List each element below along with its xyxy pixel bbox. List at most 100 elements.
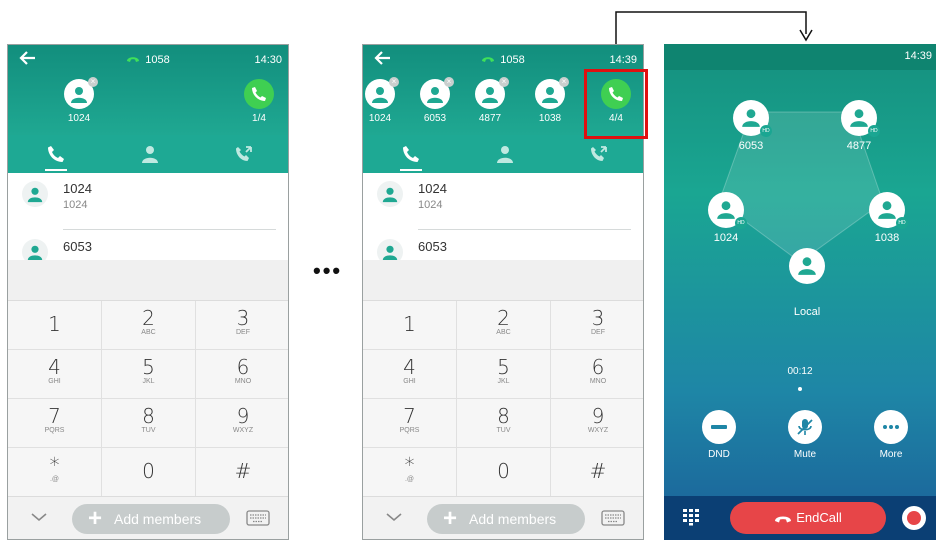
member-1024[interactable]: HD 1024 — [701, 192, 751, 244]
tab-contacts[interactable] — [457, 135, 551, 173]
key-digit: 7 — [48, 404, 61, 428]
call-counter-button[interactable]: 1/4 — [234, 79, 284, 124]
add-members-label: Add members — [114, 511, 202, 527]
key-digit: 9 — [236, 404, 250, 428]
key-8[interactable]: 8 TUV — [457, 399, 551, 448]
person-icon — [878, 201, 896, 219]
key-star[interactable]: * .@ — [363, 448, 457, 497]
dnd-icon — [711, 425, 727, 429]
key-9[interactable]: 9 WXYZ — [196, 399, 288, 448]
list-item[interactable]: 1024 1024 — [8, 173, 288, 217]
remove-badge-icon[interactable]: × — [559, 77, 569, 87]
person-icon — [717, 201, 735, 219]
key-digit: 8 — [142, 404, 155, 428]
key-5[interactable]: 5 JKL — [457, 350, 551, 399]
handset-icon — [482, 57, 495, 62]
control-label: DND — [708, 449, 730, 460]
dial-keypad: 1 2 ABC 3 DEF 4 GHI 5 JKL 6 MNO 7 PQRS 8 TUV 9W… — [363, 300, 643, 497]
remove-badge-icon[interactable]: × — [88, 77, 98, 87]
call-timer: 00:12 — [787, 366, 813, 377]
member-1038[interactable]: HD 1038 — [862, 192, 912, 244]
chevron-down-icon[interactable] — [385, 511, 403, 523]
key-7[interactable]: 7 PQRS — [363, 399, 457, 448]
key-2[interactable]: 2 ABC — [457, 301, 551, 350]
tab-contacts[interactable] — [102, 135, 196, 173]
key-3[interactable]: 3 DEF — [196, 301, 288, 350]
participant-1024[interactable]: × 1024 — [54, 77, 104, 124]
highlight-box — [584, 69, 648, 139]
member-6053[interactable]: HD 6053 — [726, 100, 776, 152]
person-icon — [482, 87, 498, 103]
list-item[interactable]: 1024 1024 — [363, 173, 643, 217]
key-0[interactable]: 0 — [457, 448, 551, 497]
phone-icon — [403, 146, 419, 162]
record-button[interactable] — [902, 506, 926, 530]
control-label: More — [879, 449, 903, 460]
contact-name: 1024 — [63, 181, 92, 196]
key-0[interactable]: 0 — [102, 448, 196, 497]
participant-6053[interactable]: × 6053 — [410, 77, 460, 124]
key-digit: 1 — [48, 312, 61, 336]
key-4[interactable]: 4 GHI — [8, 350, 102, 399]
keyboard-icon[interactable] — [246, 509, 270, 527]
remove-badge-icon[interactable]: × — [499, 77, 509, 87]
key-5[interactable]: 5 JKL — [102, 350, 196, 399]
more-button[interactable]: More — [866, 410, 916, 460]
person-icon — [27, 187, 43, 203]
key-4[interactable]: 4 GHI — [363, 350, 457, 399]
key-1[interactable]: 1 — [363, 301, 457, 350]
member-name: 4877 — [846, 140, 872, 152]
hd-badge: HD — [896, 217, 908, 229]
key-star[interactable]: * .@ — [8, 448, 102, 497]
remove-badge-icon[interactable]: × — [389, 77, 399, 87]
dnd-button[interactable]: DND — [694, 410, 744, 460]
key-digit: * — [404, 453, 415, 477]
key-3[interactable]: 3 DEF — [551, 301, 643, 350]
tab-history[interactable] — [196, 135, 288, 173]
person-icon — [850, 109, 868, 127]
key-2[interactable]: 2 ABC — [102, 301, 196, 350]
call-action-bar: EndCall — [664, 496, 936, 540]
call-history-icon — [236, 146, 252, 161]
add-members-button[interactable]: + Add members — [72, 504, 230, 534]
participant-1024[interactable]: × 1024 — [363, 77, 405, 124]
tab-history[interactable] — [551, 135, 643, 173]
key-digit: 8 — [497, 404, 510, 428]
remove-badge-icon[interactable]: × — [444, 77, 454, 87]
member-4877[interactable]: HD 4877 — [834, 100, 884, 152]
key-hash[interactable]: # — [196, 448, 288, 497]
line-number: 1058 — [145, 54, 170, 66]
key-hash[interactable]: # — [551, 448, 643, 497]
key-letters: PQRS — [399, 427, 420, 434]
key-7[interactable]: 7 PQRS — [8, 399, 102, 448]
participant-name: 1038 — [538, 113, 562, 124]
conference-call-screen: 14:39 HD 6053 HD 4877 HD 1024 HD 1038 Lo… — [664, 44, 936, 540]
end-call-button[interactable]: EndCall — [730, 502, 886, 534]
tab-calls[interactable] — [363, 135, 457, 173]
participant-1038[interactable]: × 1038 — [525, 77, 575, 124]
key-digit: 0 — [497, 459, 510, 483]
mute-button[interactable]: Mute — [780, 410, 830, 460]
key-9[interactable]: 9 WXYZ — [551, 399, 643, 448]
dialpad-grid-icon[interactable] — [682, 508, 700, 526]
keyboard-icon[interactable] — [601, 509, 625, 527]
key-1[interactable]: 1 — [8, 301, 102, 350]
plus-icon: + — [443, 505, 458, 532]
clock: 14:30 — [254, 54, 282, 66]
tab-calls[interactable] — [8, 135, 102, 173]
key-letters: .@ — [49, 476, 60, 483]
add-members-button[interactable]: + Add members — [427, 504, 585, 534]
hd-badge: HD — [868, 125, 880, 137]
member-local[interactable]: Local — [782, 248, 832, 318]
key-6[interactable]: 6 MNO — [551, 350, 643, 399]
key-8[interactable]: 8 TUV — [102, 399, 196, 448]
key-6[interactable]: 6 MNO — [196, 350, 288, 399]
active-tab-indicator — [45, 169, 67, 171]
add-members-label: Add members — [469, 511, 557, 527]
key-digit: 0 — [142, 459, 155, 483]
contact-number: 1024 — [418, 199, 443, 211]
participant-4877[interactable]: × 4877 — [465, 77, 515, 124]
more-icon — [883, 425, 899, 429]
chevron-down-icon[interactable] — [30, 511, 48, 523]
person-icon — [798, 257, 816, 275]
